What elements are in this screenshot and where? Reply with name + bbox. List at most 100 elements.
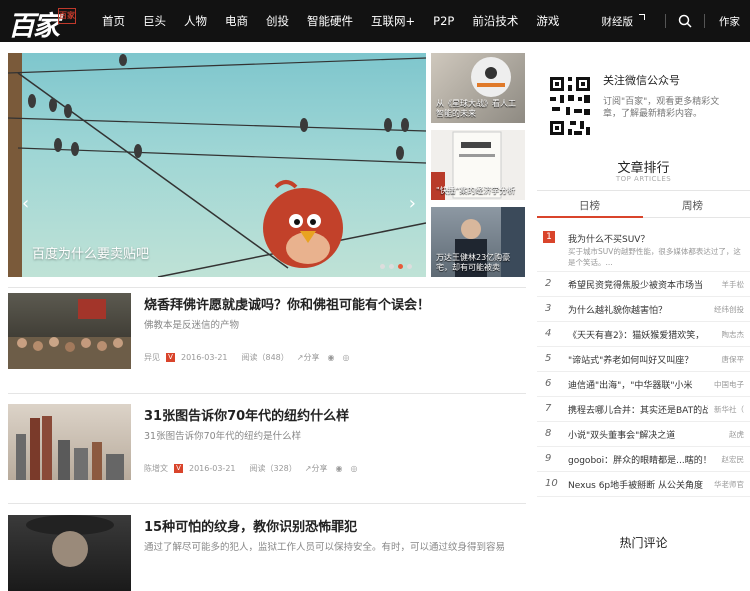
verified-badge: V [166, 353, 175, 362]
rank-item[interactable]: 3 为什么越礼貌你越害怕？ 经纬创投 [537, 297, 750, 322]
rank-item[interactable]: 2 希望民资竞得焦股少被资本市场当 羊手松 [537, 272, 750, 297]
weibo-icon[interactable]: ◉ [327, 353, 334, 362]
site-logo[interactable]: 百家 百家 [8, 4, 78, 38]
article-thumbnail[interactable] [8, 515, 131, 591]
divider [8, 503, 526, 504]
rank-item[interactable]: 8 小说"双头董事会"解决之道 赵虎 [537, 422, 750, 447]
divider [8, 287, 526, 288]
carousel-dot[interactable] [389, 264, 394, 269]
logo-text: 百家 [8, 4, 58, 43]
rank-number: 1 [543, 231, 555, 243]
rank-subtitle: TOP ARTICLES [537, 175, 750, 183]
carousel-dot[interactable] [380, 264, 385, 269]
rank-title-text[interactable]: gogoboi：胖众的眼睛都是...瞎的！ [568, 453, 708, 466]
nav-item-p2p[interactable]: P2P [433, 14, 454, 28]
weibo-icon[interactable]: ◉ [335, 464, 342, 473]
nav-item-ecommerce[interactable]: 电商 [225, 13, 248, 29]
article-thumbnail[interactable] [8, 404, 131, 480]
nav-item-internet-plus[interactable]: 互联网+ [371, 13, 415, 29]
share-icon[interactable]: ↗ [297, 353, 304, 362]
rank-item[interactable]: 4 《天天有喜2》：猫妖猴爱猎欢笑， 陶志杰 [537, 322, 750, 347]
rank-title-text[interactable]: 迪信通"出海"，"中华器联"小米 [568, 378, 708, 391]
rank-author[interactable]: 经纬创投 [714, 304, 744, 315]
tab-weekly[interactable]: 周榜 [682, 198, 703, 213]
side-thumb-caption: 从《星球大战》看人工智能的未来 [436, 99, 521, 119]
nav-item-hardware[interactable]: 智能硬件 [307, 13, 353, 29]
nav-item-venture[interactable]: 创投 [266, 13, 289, 29]
rank-number: 9 [545, 453, 551, 464]
article-author[interactable]: 异见 [144, 352, 160, 363]
wechat-follow-title: 关注微信公众号 [603, 72, 680, 88]
nav-item-games[interactable]: 游戏 [536, 13, 559, 29]
tab-daily[interactable]: 日榜 [579, 198, 600, 213]
article-item[interactable]: 烧香拜佛许愿就虔诚吗？你和佛祖可能有个误会！ 佛教本是反迷信的产物 异见 V 2… [8, 293, 526, 369]
nav-item-giants[interactable]: 巨头 [143, 13, 166, 29]
carousel-dot[interactable] [407, 264, 412, 269]
rank-author[interactable]: 赵宏民 [722, 454, 745, 465]
rank-author[interactable]: 新华社（ [714, 404, 744, 415]
article-meta: 异见 V 2016-03-21 阅读（848） ↗ 分享 ◉ ◎ [144, 352, 349, 363]
nav-right: 财经版 作家 [602, 0, 750, 42]
rank-title-text[interactable]: 小说"双头董事会"解决之道 [568, 428, 708, 441]
article-title[interactable]: 31张图告诉你70年代的纽约什么样 [144, 405, 349, 424]
wechat-follow-desc: 订阅"百家"，观看更多精彩文章，了解最新精彩内容。 [603, 96, 733, 120]
article-views: 阅读（328） [250, 463, 297, 474]
side-thumb-caption: "快播"案的经济学分析 [436, 186, 521, 196]
wechat-icon[interactable]: ◎ [342, 353, 349, 362]
side-thumb[interactable]: "快播"案的经济学分析 [431, 130, 525, 200]
rank-title-text[interactable]: 为什么越礼貌你越害怕？ [568, 303, 708, 316]
rank-title-text[interactable]: Nexus 6p地手被掰断 从公关角度 [568, 478, 708, 491]
side-thumb[interactable]: 万达王健林23亿购豪宅，却有可能被卖 [431, 207, 525, 277]
rank-item[interactable]: 5 "谛站式"养老如何叫好又叫座？ 唐保平 [537, 347, 750, 372]
carousel-dots [376, 264, 412, 269]
rank-item[interactable]: 9 gogoboi：胖众的眼睛都是...瞎的！ 赵宏民 [537, 447, 750, 472]
side-thumbnails: 从《星球大战》看人工智能的未来 "快播"案的经济学分析 万达王健林23亿购豪宅，… [431, 53, 525, 284]
article-title[interactable]: 烧香拜佛许愿就虔诚吗？你和佛祖可能有个误会！ [144, 294, 430, 313]
author-link[interactable]: 作家 [719, 14, 740, 29]
article-title[interactable]: 15种可怕的纹身，教你识别恐怖罪犯 [144, 516, 357, 535]
carousel-caption[interactable]: 百度为什么要卖贴吧 [32, 243, 149, 262]
rank-title-text[interactable]: 《天天有喜2》：猫妖猴爱猎欢笑， [568, 328, 708, 341]
article-author[interactable]: 陈增文 [144, 463, 168, 474]
article-thumbnail[interactable] [8, 293, 131, 369]
rank-title-text[interactable]: 携程去哪儿合并：其实还是BAT的战 [568, 403, 708, 416]
rank-title-text[interactable]: 我为什么不买SUV？ [568, 232, 708, 245]
share-icon[interactable]: ↗ [305, 464, 312, 473]
rank-tabs: 日榜 周榜 [537, 190, 750, 218]
rank-item[interactable]: 1 我为什么不买SUV？ 买于城市SUV的越野性能，很多媒体都表达过了，这是个笑… [537, 226, 750, 272]
carousel-prev-arrow[interactable]: ‹ [22, 193, 29, 214]
rank-item[interactable]: 7 携程去哪儿合并：其实还是BAT的战 新华社（ [537, 397, 750, 422]
rank-item[interactable]: 6 迪信通"出海"，"中华器联"小米 中国电子 [537, 372, 750, 397]
verified-badge: V [174, 464, 183, 473]
rank-number: 7 [545, 403, 551, 414]
featured-carousel[interactable]: ‹ › 百度为什么要卖贴吧 [8, 53, 426, 277]
nav-item-frontier[interactable]: 前沿技术 [472, 13, 518, 29]
qr-code [548, 73, 592, 139]
active-tab-indicator [537, 216, 643, 218]
share-label[interactable]: 分享 [303, 352, 319, 363]
carousel-next-arrow[interactable]: › [409, 193, 416, 214]
rank-title-text[interactable]: "谛站式"养老如何叫好又叫座？ [568, 353, 708, 366]
share-label[interactable]: 分享 [311, 463, 327, 474]
rank-author[interactable]: 中国电子 [714, 379, 744, 390]
carousel-dot-active[interactable] [398, 264, 403, 269]
rank-author[interactable]: 唐保平 [722, 354, 745, 365]
rank-author[interactable]: 华老师官 [714, 479, 744, 490]
rank-author[interactable]: 羊手松 [722, 279, 745, 290]
wechat-icon[interactable]: ◎ [350, 464, 357, 473]
finance-edition-link[interactable]: 财经版 [602, 14, 634, 29]
side-thumb[interactable]: 从《星球大战》看人工智能的未来 [431, 53, 525, 123]
rank-author[interactable]: 赵虎 [729, 429, 744, 440]
rank-author[interactable]: 陶志杰 [722, 329, 745, 340]
nav-item-home[interactable]: 首页 [102, 13, 125, 29]
tattoo-image [8, 515, 131, 591]
hot-comments-title: 热门评论 [537, 534, 750, 551]
search-icon[interactable] [678, 14, 692, 28]
article-summary: 通过了解尽可能多的犯人，监狱工作人员可以保持安全。有时，可以通过纹身得到容易 [144, 539, 505, 553]
article-item[interactable]: 31张图告诉你70年代的纽约什么样 31张图告诉你70年代的纽约是什么样 陈增文… [8, 404, 526, 480]
nav-item-people[interactable]: 人物 [184, 13, 207, 29]
article-item[interactable]: 15种可怕的纹身，教你识别恐怖罪犯 通过了解尽可能多的犯人，监狱工作人员可以保持… [8, 515, 526, 549]
rank-title-text[interactable]: 希望民资竞得焦股少被资本市场当 [568, 278, 708, 291]
rank-number: 8 [545, 428, 551, 439]
rank-item[interactable]: 10 Nexus 6p地手被掰断 从公关角度 华老师官 [537, 472, 750, 497]
